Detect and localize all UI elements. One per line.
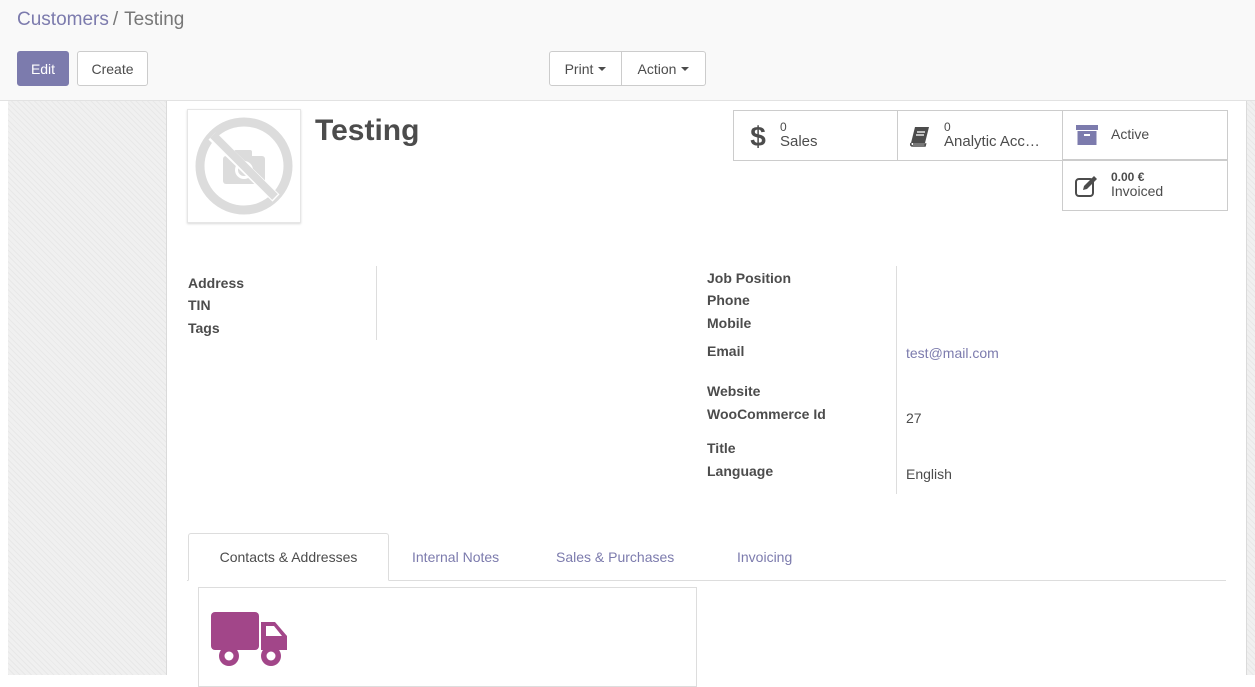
book-icon: [909, 126, 929, 147]
invoiced-label: Invoiced: [1111, 184, 1164, 200]
active-toggle-button[interactable]: Active: [1062, 110, 1228, 160]
caret-down-icon: [681, 66, 690, 71]
contact-card[interactable]: [198, 587, 697, 687]
sidebar-actions: Print Action: [549, 51, 706, 86]
analytic-count: 0: [944, 119, 951, 134]
analytic-accounts-smart-button[interactable]: 0 Analytic Acc…: [897, 110, 1063, 161]
breadcrumb-separator: /: [112, 9, 119, 30]
woocommerce-id-value: 27: [906, 410, 922, 426]
phone-label: Phone: [707, 292, 750, 308]
active-label: Active: [1111, 127, 1150, 143]
breadcrumb: Customers / Testing: [17, 9, 184, 31]
create-button[interactable]: Create: [77, 51, 148, 86]
dollar-icon: $: [750, 121, 766, 151]
analytic-label: Analytic Acc…: [944, 133, 1040, 150]
sales-count: 0: [780, 119, 787, 134]
record-title: Testing: [315, 114, 420, 147]
email-label: Email: [707, 343, 745, 359]
field-divider: [896, 266, 897, 494]
breadcrumb-customers-link[interactable]: Customers: [17, 9, 109, 30]
no-camera-icon: [195, 117, 293, 215]
truck-icon: [211, 612, 287, 666]
language-value: English: [906, 466, 952, 482]
language-label: Language: [707, 463, 774, 479]
mobile-label: Mobile: [707, 315, 752, 331]
pencil-square-icon: [1075, 175, 1097, 197]
caret-down-icon: [598, 66, 607, 71]
tab-invoicing[interactable]: Invoicing: [737, 533, 792, 581]
invoiced-amount: 0.00 €: [1111, 170, 1145, 185]
tab-sales-purchases[interactable]: Sales & Purchases: [556, 533, 674, 581]
print-dropdown-button[interactable]: Print: [549, 51, 622, 86]
field-divider: [376, 266, 377, 340]
website-label: Website: [707, 383, 761, 399]
tags-label: Tags: [188, 320, 220, 336]
form-background-right: [1246, 101, 1255, 675]
form-background-left: [8, 101, 167, 675]
woocommerce-id-label: WooCommerce Id: [707, 406, 826, 422]
address-label: Address: [188, 275, 245, 291]
sales-smart-button[interactable]: $ 0 Sales: [733, 110, 898, 161]
job-position-label: Job Position: [707, 270, 791, 286]
invoiced-smart-button[interactable]: 0.00 € Invoiced: [1062, 160, 1228, 211]
tin-label: TIN: [188, 297, 211, 313]
action-dropdown-button[interactable]: Action: [622, 51, 706, 86]
email-value[interactable]: test@mail.com: [906, 345, 999, 361]
avatar[interactable]: [187, 109, 301, 223]
sales-label: Sales: [780, 133, 818, 150]
svg-text:$: $: [750, 121, 766, 151]
title-label: Title: [707, 440, 736, 456]
tab-contacts-addresses[interactable]: Contacts & Addresses: [188, 533, 389, 581]
control-panel: Customers / Testing Edit Create Print Acti…: [0, 0, 1255, 101]
action-label: Action: [637, 60, 677, 77]
print-label: Print: [564, 60, 594, 77]
breadcrumb-current: Testing: [124, 9, 185, 30]
edit-button[interactable]: Edit: [17, 51, 69, 86]
tab-internal-notes[interactable]: Internal Notes: [412, 533, 499, 581]
archive-icon: [1076, 125, 1098, 145]
